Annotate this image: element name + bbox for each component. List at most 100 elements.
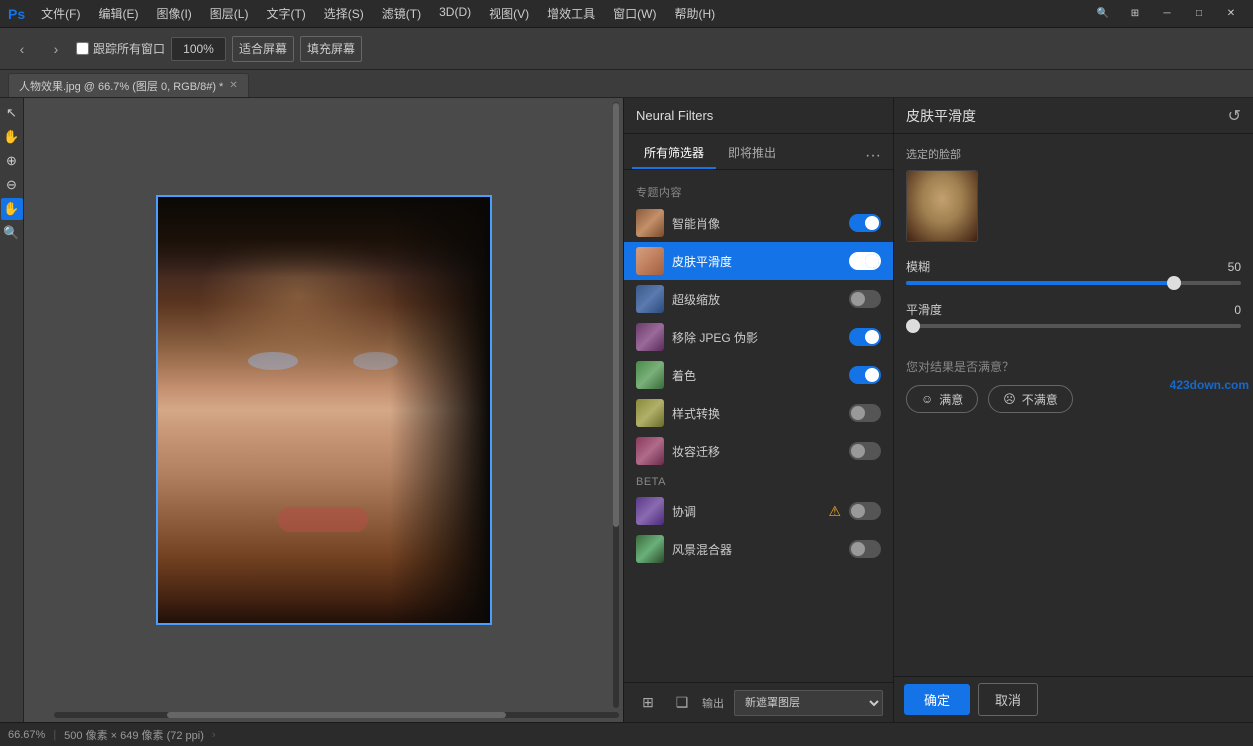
satisfied-label: 满意 (939, 391, 963, 408)
filter-toggle-zoom[interactable] (849, 290, 881, 308)
zoom-input[interactable]: 100% (171, 37, 226, 61)
tab-all-filters[interactable]: 所有筛选器 (632, 138, 716, 169)
menu-edit[interactable]: 编辑(E) (90, 3, 146, 24)
confirm-button[interactable]: 确定 (904, 684, 970, 715)
satisfied-button[interactable]: ☺ 满意 (906, 385, 978, 413)
tools-panel: ↖ ✋ ⊕ ⊖ ✋ 🔍 (0, 98, 24, 722)
output-select[interactable]: 新遮罩图层 当前图层 新建图层 智能滤镜 (734, 690, 883, 716)
props-title: 皮肤平滑度 (906, 106, 976, 126)
tab-close-icon[interactable]: ✕ (229, 80, 237, 91)
filter-thumb-landscape (636, 535, 664, 563)
face-preview-image (907, 171, 977, 241)
section-beta-label: BETA (624, 470, 893, 492)
unsatisfied-button[interactable]: ☹ 不满意 (988, 385, 1073, 413)
blur-slider-section: 模糊 50 (906, 258, 1241, 285)
blur-slider-thumb[interactable] (1167, 276, 1181, 290)
menu-text[interactable]: 文字(T) (258, 3, 313, 24)
back-button[interactable]: ‹ (8, 35, 36, 63)
tab-coming-soon[interactable]: 即将推出 (716, 138, 788, 169)
satisfied-icon: ☺ (921, 392, 933, 406)
blur-value: 50 (1228, 260, 1241, 274)
filter-jpeg-artifacts[interactable]: 移除 JPEG 伪影 (624, 318, 893, 356)
reset-icon[interactable]: ↺ (1228, 106, 1241, 126)
menu-filter[interactable]: 滤镜(T) (374, 3, 429, 24)
fill-screen-button[interactable]: 填充屏幕 (300, 36, 362, 62)
minimize-button[interactable]: ─ (1153, 3, 1181, 25)
zoom-out-tool[interactable]: ⊖ (1, 174, 23, 196)
filter-thumb-harmony (636, 497, 664, 525)
menu-layer[interactable]: 图层(L) (202, 3, 257, 24)
menu-file[interactable]: 文件(F) (33, 3, 88, 24)
tab-bar: 人物效果.jpg @ 66.7% (图层 0, RGB/8#) * ✕ (0, 70, 1253, 98)
filter-name-zoom: 超级缩放 (672, 291, 841, 308)
menu-select[interactable]: 选择(S) (316, 3, 372, 24)
neural-panel-header: Neural Filters (624, 98, 893, 134)
menu-window[interactable]: 窗口(W) (605, 3, 664, 24)
h-scrollbar[interactable] (54, 712, 619, 718)
tab-label: 人物效果.jpg @ 66.7% (图层 0, RGB/8#) * (19, 78, 223, 94)
workspace-icon[interactable]: ⊞ (1121, 3, 1149, 25)
hand-tool[interactable]: ✋ (1, 126, 23, 148)
zoom-status: 66.67% (8, 729, 45, 741)
watermark-text: 423down.com (1170, 378, 1249, 392)
close-button[interactable]: ✕ (1217, 3, 1245, 25)
filter-thumb-makeup (636, 437, 664, 465)
smoothness-value: 0 (1234, 303, 1241, 317)
compare-icon[interactable]: ⊞ (634, 689, 662, 717)
fit-screen-button[interactable]: 适合屏幕 (232, 36, 294, 62)
forward-button[interactable]: › (42, 35, 70, 63)
unsatisfied-label: 不满意 (1022, 391, 1058, 408)
smoothness-slider-track[interactable] (906, 324, 1241, 328)
more-options-icon[interactable]: ··· (861, 143, 885, 169)
track-all-checkbox[interactable] (76, 42, 89, 55)
smoothness-slider-section: 平滑度 0 (906, 301, 1241, 328)
smoothness-slider-thumb[interactable] (906, 319, 920, 333)
blur-slider-track[interactable] (906, 281, 1241, 285)
filter-toggle-color[interactable] (849, 366, 881, 384)
filter-skin-smoothing[interactable]: 皮肤平滑度 (624, 242, 893, 280)
menu-plugins[interactable]: 增效工具 (539, 3, 603, 24)
layers-icon[interactable]: ❑ (668, 689, 696, 717)
satisfaction-question: 您对结果是否满意？ (906, 358, 1241, 375)
menu-image[interactable]: 图像(I) (148, 3, 199, 24)
menu-3d[interactable]: 3D(D) (431, 3, 479, 24)
menu-help[interactable]: 帮助(H) (666, 3, 723, 24)
filter-list: 专题内容 智能肖像 皮肤平滑度 超级缩放 (624, 170, 893, 682)
filter-makeup-transfer[interactable]: 妆容迁移 (624, 432, 893, 470)
action-buttons: 确定 取消 (894, 676, 1253, 722)
filter-toggle-jpeg[interactable] (849, 328, 881, 346)
v-scrollbar[interactable] (613, 102, 619, 708)
filter-name-skin: 皮肤平滑度 (672, 253, 841, 270)
blur-slider-fill (906, 281, 1174, 285)
pan-tool[interactable]: ✋ (1, 198, 23, 220)
filter-name-makeup: 妆容迁移 (672, 443, 841, 460)
filter-toggle-makeup[interactable] (849, 442, 881, 460)
document-tab[interactable]: 人物效果.jpg @ 66.7% (图层 0, RGB/8#) * ✕ (8, 73, 249, 97)
smoothness-slider-header: 平滑度 0 (906, 301, 1241, 318)
zoom-in-tool[interactable]: ⊕ (1, 150, 23, 172)
filter-toggle-harmony[interactable] (849, 502, 881, 520)
filter-landscape-mixer[interactable]: 风景混合器 (624, 530, 893, 568)
filter-super-zoom[interactable]: 超级缩放 (624, 280, 893, 318)
filter-toggle-portrait[interactable] (849, 214, 881, 232)
move-tool[interactable]: ↖ (1, 102, 23, 124)
filter-toggle-landscape[interactable] (849, 540, 881, 558)
canvas-image (156, 195, 492, 625)
filter-thumb-skin (636, 247, 664, 275)
search-tool[interactable]: 🔍 (1, 222, 23, 244)
cancel-button[interactable]: 取消 (978, 683, 1038, 716)
filter-toggle-skin[interactable] (849, 252, 881, 270)
menu-bar: 文件(F) 编辑(E) 图像(I) 图层(L) 文字(T) 选择(S) 滤镜(T… (33, 3, 1081, 24)
filter-smart-portrait[interactable]: 智能肖像 (624, 204, 893, 242)
canvas-area (24, 98, 623, 722)
filter-harmony[interactable]: 协调 ⚠ (624, 492, 893, 530)
filter-style-transfer[interactable]: 样式转换 (624, 394, 893, 432)
filter-name-jpeg: 移除 JPEG 伪影 (672, 329, 841, 346)
menu-view[interactable]: 视图(V) (481, 3, 537, 24)
search-icon[interactable]: 🔍 (1089, 3, 1117, 25)
warning-icon: ⚠ (828, 503, 841, 520)
maximize-button[interactable]: □ (1185, 3, 1213, 25)
filter-colorize[interactable]: 着色 (624, 356, 893, 394)
track-all-checkbox-label[interactable]: 跟踪所有窗口 (76, 40, 165, 57)
filter-toggle-style[interactable] (849, 404, 881, 422)
